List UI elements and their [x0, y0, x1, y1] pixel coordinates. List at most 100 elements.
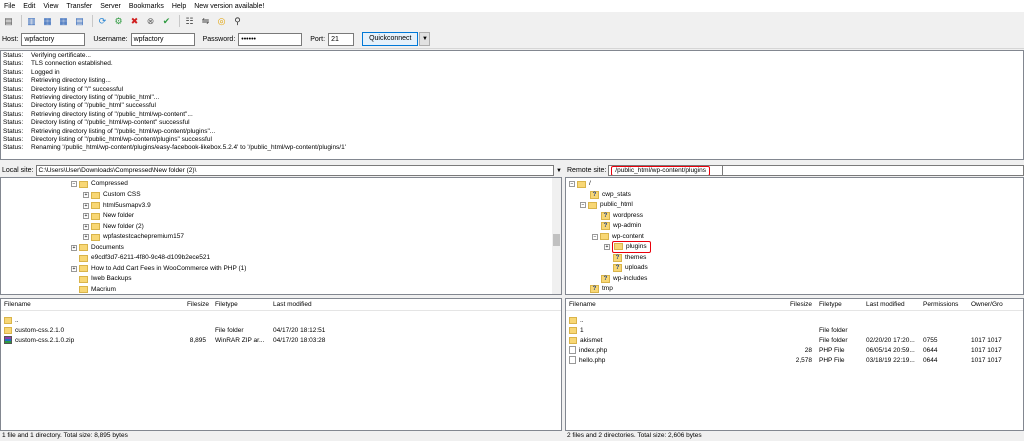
menu-new-version[interactable]: New version available!: [190, 3, 268, 10]
file-icon: [569, 346, 576, 355]
remote-directory-tree[interactable]: − / ? cwp_stats − public_html ? wordpress ? w…: [565, 177, 1024, 295]
host-input[interactable]: wpfactory: [21, 32, 86, 46]
toggle-queue-icon[interactable]: ▤: [73, 15, 86, 28]
tree-item-html5usmap[interactable]: + html5usmapv3.9: [83, 201, 151, 211]
column-filesize[interactable]: Filesize: [790, 301, 812, 308]
scrollbar-thumb[interactable]: [553, 234, 560, 246]
process-queue-icon[interactable]: ⚙: [112, 15, 125, 28]
search-icon[interactable]: ⚲: [231, 15, 244, 28]
username-input[interactable]: wpfactory: [130, 32, 195, 46]
column-permissions[interactable]: Permissions: [923, 301, 958, 308]
expand-icon[interactable]: +: [71, 244, 77, 251]
expand-icon[interactable]: +: [83, 234, 89, 240]
remote-path-input[interactable]: /public_html/wp-content/plugins: [611, 166, 710, 175]
tree-item-uploads[interactable]: ? uploads: [613, 263, 648, 273]
log-row: Status: Logged in: [3, 68, 60, 76]
reconnect-icon[interactable]: ✔: [160, 15, 173, 28]
column-filesize[interactable]: Filesize: [187, 301, 209, 308]
tree-item-documents[interactable]: + Documents: [71, 243, 124, 253]
column-filetype[interactable]: Filetype: [819, 301, 842, 308]
collapse-icon[interactable]: −: [580, 202, 586, 208]
expand-icon[interactable]: +: [83, 202, 89, 209]
expand-icon[interactable]: +: [83, 192, 89, 198]
remote-file-list[interactable]: Filename Filesize Filetype Last modified…: [565, 298, 1024, 431]
menu-edit[interactable]: Edit: [19, 3, 39, 10]
folder-icon: [79, 244, 88, 251]
compare-icon[interactable]: ⇋: [199, 15, 212, 28]
toggle-remote-tree-icon[interactable]: ▦: [57, 15, 70, 28]
local-tree-scrollbar[interactable]: [552, 178, 561, 294]
disconnect-icon[interactable]: ⊗: [144, 15, 157, 28]
expand-icon[interactable]: +: [71, 265, 77, 272]
menu-bookmarks[interactable]: Bookmarks: [125, 3, 168, 10]
password-input[interactable]: ••••••: [238, 32, 303, 46]
tree-item-e9cdf3d7[interactable]: e9cdf3d7-6211-4f80-9c48-d109b2ece521: [79, 253, 210, 263]
menu-server[interactable]: Server: [96, 3, 125, 10]
filter-icon[interactable]: ☷: [183, 15, 196, 28]
menu-help[interactable]: Help: [168, 3, 190, 10]
refresh-icon[interactable]: ⟳: [96, 15, 109, 28]
folder-icon: [588, 201, 597, 209]
menu-view[interactable]: View: [39, 3, 62, 10]
tree-item-wp-admin[interactable]: ? wp-admin: [601, 221, 641, 231]
local-directory-tree[interactable]: − Compressed + Custom CSS + html5usmapv3.9 …: [0, 177, 562, 295]
column-filetype[interactable]: Filetype: [215, 301, 238, 308]
tree-item-new-folder-2[interactable]: + New folder (2): [83, 222, 144, 232]
toggle-log-icon[interactable]: ▥: [25, 15, 38, 28]
folder-icon: [79, 265, 88, 272]
port-input[interactable]: 21: [328, 32, 355, 46]
folder-icon: [79, 286, 88, 293]
list-item[interactable]: akismet File folder 02/20/20 17:20... 07…: [566, 336, 1023, 345]
tree-item-iweb-backups[interactable]: Iweb Backups: [79, 274, 131, 284]
toggle-local-tree-icon[interactable]: ▦: [41, 15, 54, 28]
tree-item-wordpress[interactable]: ? wordpress: [601, 211, 643, 221]
list-item[interactable]: custom-css.2.1.0 File folder 04/17/20 18…: [1, 326, 561, 335]
folder-icon: [79, 275, 88, 283]
tree-item-tmp[interactable]: ? tmp: [590, 284, 613, 294]
list-item[interactable]: 1 File folder: [566, 326, 1023, 335]
tree-item-public-html[interactable]: − public_html: [580, 200, 633, 210]
expand-icon[interactable]: +: [83, 223, 89, 230]
tree-item-custom-css[interactable]: + Custom CSS: [83, 190, 141, 200]
menu-transfer[interactable]: Transfer: [62, 3, 96, 10]
tree-item-cwp-stats[interactable]: ? cwp_stats: [590, 190, 631, 200]
collapse-icon[interactable]: −: [71, 181, 77, 187]
tree-item-wpfastestcache[interactable]: + wpfastestcachepremium157: [83, 232, 184, 242]
expand-icon[interactable]: +: [604, 243, 610, 250]
tree-item-new-folder[interactable]: + New folder: [83, 211, 134, 221]
log-row: Status: Directory listing of "/public_htm…: [3, 135, 212, 143]
column-last-modified[interactable]: Last modified: [273, 301, 312, 308]
column-owner-group[interactable]: Owner/Gro: [971, 301, 1003, 308]
quickconnect-dropdown-icon[interactable]: ▼: [419, 32, 431, 46]
quickconnect-button[interactable]: Quickconnect: [362, 32, 419, 46]
tree-item-root[interactable]: − /: [569, 179, 591, 189]
column-last-modified[interactable]: Last modified: [866, 301, 905, 308]
column-filename[interactable]: Filename: [4, 301, 31, 308]
collapse-icon[interactable]: −: [569, 181, 575, 187]
local-path-dropdown-icon[interactable]: ▼: [556, 168, 562, 174]
expand-icon[interactable]: +: [83, 213, 89, 219]
tree-item-cart-fees[interactable]: + How to Add Cart Fees in WooCommerce wit…: [71, 264, 246, 274]
message-log[interactable]: Status: Verifying certificate... Status: T…: [0, 50, 1024, 160]
cancel-icon[interactable]: ✖: [128, 15, 141, 28]
tree-item-wp-includes[interactable]: ? wp-includes: [601, 274, 647, 284]
tree-item-themes[interactable]: ? themes: [613, 253, 646, 263]
list-item[interactable]: hello.php 2,578 PHP File 03/18/19 22:19.…: [566, 356, 1023, 365]
folder-icon: [577, 180, 586, 188]
site-manager-icon[interactable]: ▤: [2, 15, 15, 28]
menu-file[interactable]: File: [0, 3, 19, 10]
local-path-input[interactable]: C:\Users\User\Downloads\Compressed\New f…: [35, 165, 555, 176]
list-item[interactable]: index.php 28 PHP File 06/05/14 20:59... …: [566, 346, 1023, 355]
list-item[interactable]: custom-css.2.1.0.zip 8,895 WinRAR ZIP ar…: [1, 336, 561, 345]
sync-browse-icon[interactable]: ◎: [215, 15, 228, 28]
list-item[interactable]: ..: [1, 316, 561, 325]
column-filename[interactable]: Filename: [569, 301, 596, 308]
collapse-icon[interactable]: −: [592, 233, 598, 240]
local-file-list[interactable]: Filename Filesize Filetype Last modified…: [0, 298, 562, 431]
list-item[interactable]: ..: [566, 316, 1023, 325]
tree-item-compressed[interactable]: − Compressed: [71, 179, 128, 189]
folder-icon: [91, 212, 100, 220]
log-row: Status: Retrieving directory listing of "…: [3, 127, 216, 135]
tree-item-plugins[interactable]: + plugins: [604, 240, 651, 253]
tree-item-macrium[interactable]: Macrium: [79, 285, 116, 295]
